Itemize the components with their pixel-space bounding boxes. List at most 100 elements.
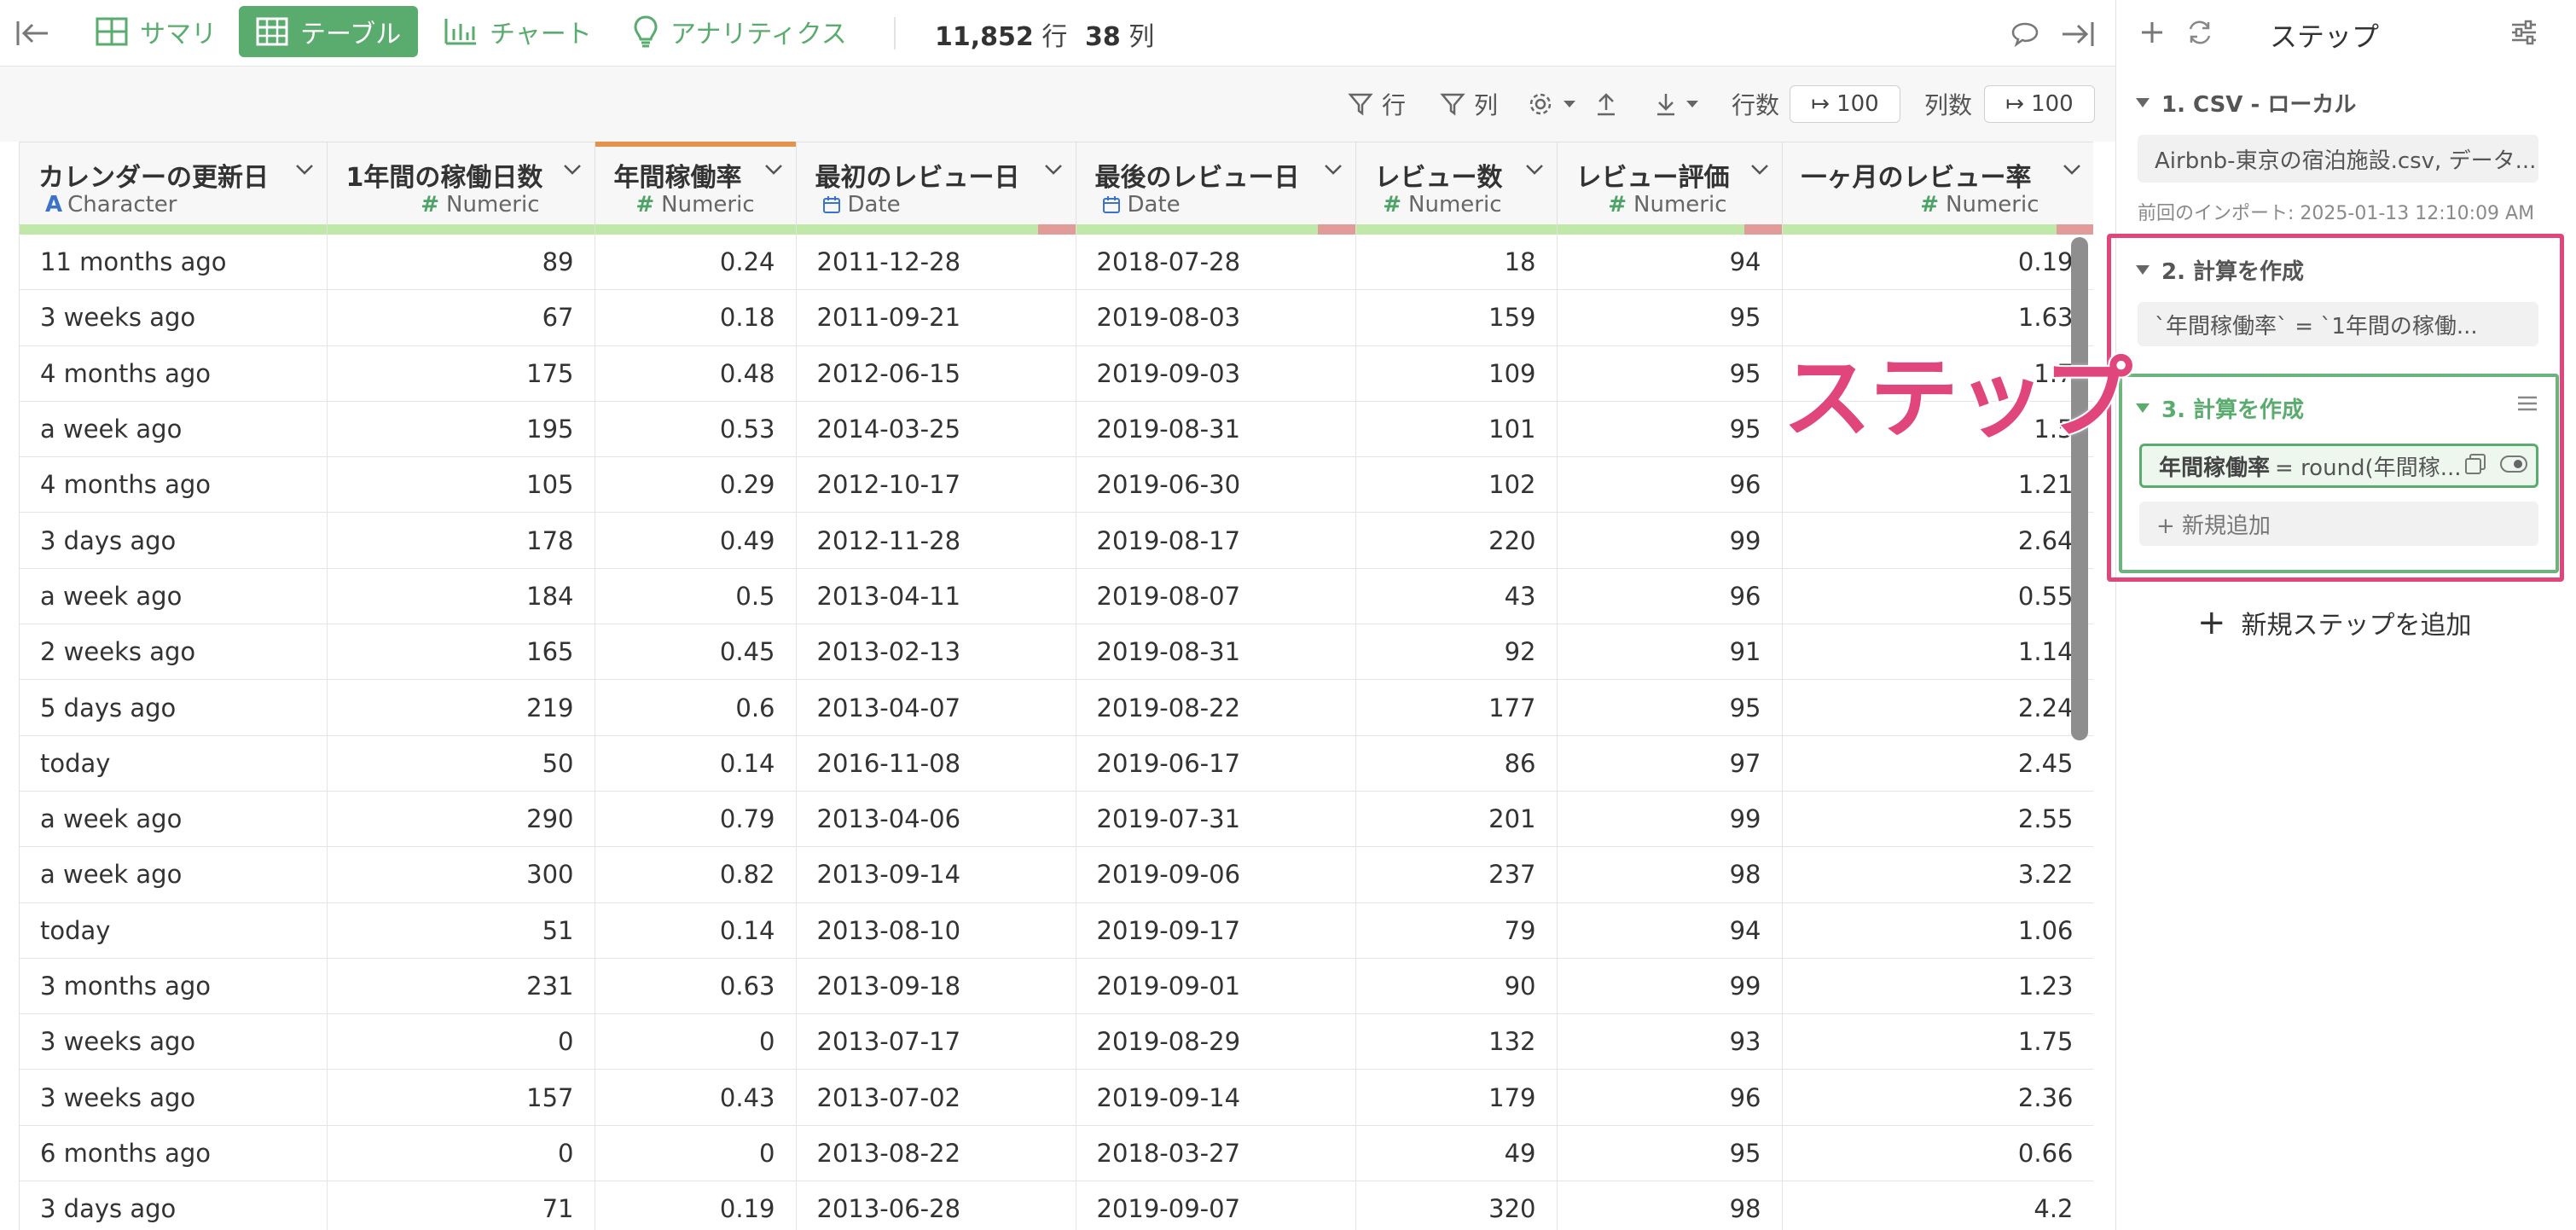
table-cell[interactable]: 2011-09-21 (796, 289, 1076, 346)
table-cell[interactable]: 3.22 (1782, 846, 2093, 903)
chevron-down-icon[interactable] (294, 163, 315, 180)
tab-table[interactable]: テーブル (239, 6, 419, 57)
table-cell[interactable]: today (20, 735, 328, 792)
table-cell[interactable]: 2019-09-03 (1076, 345, 1356, 402)
comment-icon[interactable] (2006, 15, 2044, 53)
table-cell[interactable]: 0.14 (595, 902, 797, 959)
table-cell[interactable]: 1.23 (1782, 958, 2093, 1015)
table-cell[interactable]: 2.36 (1782, 1069, 2093, 1126)
chevron-down-icon[interactable] (2062, 163, 2082, 180)
table-cell[interactable]: 2014-03-25 (796, 401, 1076, 458)
table-cell[interactable]: 177 (1355, 679, 1558, 736)
table-cell[interactable]: 2019-08-29 (1076, 1013, 1356, 1070)
table-cell[interactable]: 0.14 (595, 735, 797, 792)
table-cell[interactable]: 0.6 (595, 679, 797, 736)
table-cell[interactable]: a week ago (20, 846, 328, 903)
table-cell[interactable]: 2.45 (1782, 735, 2093, 792)
table-cell[interactable]: 201 (1355, 791, 1558, 848)
table-vertical-scrollbar[interactable] (2071, 237, 2088, 740)
table-cell[interactable]: 95 (1557, 1125, 1783, 1182)
tab-chart[interactable]: チャート (426, 6, 609, 57)
column-header[interactable]: レビュー数 # Numeric (1355, 142, 1558, 224)
table-cell[interactable]: 2.64 (1782, 512, 2093, 569)
table-cell[interactable]: 290 (327, 791, 595, 848)
refresh-icon[interactable] (2181, 14, 2219, 51)
table-cell[interactable]: 2013-04-11 (796, 568, 1076, 625)
table-cell[interactable]: 219 (327, 679, 595, 736)
table-cell[interactable]: 2019-09-14 (1076, 1069, 1356, 1126)
table-cell[interactable]: 237 (1355, 846, 1558, 903)
column-limit-input[interactable]: ↦ 100 (1984, 85, 2095, 123)
tab-analytics[interactable]: アナリティクス (616, 6, 864, 57)
table-cell[interactable]: 2019-09-01 (1076, 958, 1356, 1015)
table-cell[interactable]: 2019-09-07 (1076, 1181, 1356, 1230)
table-cell[interactable]: 2.55 (1782, 791, 2093, 848)
table-cell[interactable]: 99 (1557, 958, 1783, 1015)
table-cell[interactable]: 95 (1557, 679, 1783, 736)
table-cell[interactable]: 0.45 (595, 624, 797, 681)
table-cell[interactable]: 2012-06-15 (796, 345, 1076, 402)
table-cell[interactable]: 93 (1557, 1013, 1783, 1070)
table-cell[interactable]: 0.53 (595, 401, 797, 458)
table-cell[interactable]: 92 (1355, 624, 1558, 681)
column-header[interactable]: 1年間の稼働日数 # Numeric (327, 142, 595, 224)
table-cell[interactable]: 2013-09-14 (796, 846, 1076, 903)
sliders-icon[interactable] (2505, 14, 2543, 51)
table-cell[interactable]: 0.79 (595, 791, 797, 848)
table-cell[interactable]: 97 (1557, 735, 1783, 792)
table-cell[interactable]: 3 weeks ago (20, 1013, 328, 1070)
chevron-down-icon[interactable] (1749, 163, 1770, 180)
table-cell[interactable]: 0 (595, 1013, 797, 1070)
add-icon[interactable] (2133, 14, 2171, 51)
table-cell[interactable]: 2019-08-07 (1076, 568, 1356, 625)
table-cell[interactable]: 109 (1355, 345, 1558, 402)
table-cell[interactable]: a week ago (20, 791, 328, 848)
table-cell[interactable]: 0.5 (595, 568, 797, 625)
chevron-down-icon[interactable] (1323, 163, 1343, 180)
table-cell[interactable]: 175 (327, 345, 595, 402)
column-filter-button[interactable]: 列 (1440, 87, 1498, 121)
table-cell[interactable]: 2019-08-31 (1076, 401, 1356, 458)
table-cell[interactable]: 0 (327, 1125, 595, 1182)
table-cell[interactable]: 18 (1355, 234, 1558, 291)
column-header[interactable]: 最後のレビュー日 Date (1076, 142, 1356, 224)
table-cell[interactable]: 184 (327, 568, 595, 625)
table-cell[interactable]: 300 (327, 846, 595, 903)
table-cell[interactable]: 2019-07-31 (1076, 791, 1356, 848)
table-cell[interactable]: 51 (327, 902, 595, 959)
table-cell[interactable]: 2016-11-08 (796, 735, 1076, 792)
table-cell[interactable]: 5 days ago (20, 679, 328, 736)
table-cell[interactable]: 2019-09-06 (1076, 846, 1356, 903)
table-cell[interactable]: 2019-08-22 (1076, 679, 1356, 736)
table-cell[interactable]: 89 (327, 234, 595, 291)
chevron-down-icon[interactable] (1524, 163, 1545, 180)
table-cell[interactable]: 231 (327, 958, 595, 1015)
step-1-content[interactable]: Airbnb-東京の宿泊施設.csv, データ... (2138, 135, 2538, 183)
settings-dropdown-button[interactable] (1527, 87, 1585, 121)
table-cell[interactable]: a week ago (20, 401, 328, 458)
table-cell[interactable]: 2018-03-27 (1076, 1125, 1356, 1182)
table-cell[interactable]: 99 (1557, 791, 1783, 848)
table-cell[interactable]: 90 (1355, 958, 1558, 1015)
table-cell[interactable]: 3 months ago (20, 958, 328, 1015)
column-header[interactable]: カレンダーの更新日 A Character (20, 142, 328, 224)
table-cell[interactable]: 6 months ago (20, 1125, 328, 1182)
table-cell[interactable]: today (20, 902, 328, 959)
table-cell[interactable]: 0.63 (595, 958, 797, 1015)
table-cell[interactable]: 79 (1355, 902, 1558, 959)
chevron-down-icon[interactable] (562, 163, 583, 180)
table-cell[interactable]: 50 (327, 735, 595, 792)
table-cell[interactable]: 2012-11-28 (796, 512, 1076, 569)
table-cell[interactable]: 86 (1355, 735, 1558, 792)
table-cell[interactable]: 98 (1557, 846, 1783, 903)
step-1-title[interactable]: 1. CSV - ローカル (2136, 87, 2356, 119)
table-cell[interactable]: 0 (327, 1013, 595, 1070)
table-cell[interactable]: 0.19 (595, 1181, 797, 1230)
table-cell[interactable]: 179 (1355, 1069, 1558, 1126)
table-cell[interactable]: 3 weeks ago (20, 289, 328, 346)
table-cell[interactable]: 96 (1557, 456, 1783, 513)
collapse-left-icon[interactable] (12, 15, 53, 52)
table-cell[interactable]: 0.66 (1782, 1125, 2093, 1182)
table-cell[interactable]: 2013-04-07 (796, 679, 1076, 736)
table-cell[interactable]: 320 (1355, 1181, 1558, 1230)
